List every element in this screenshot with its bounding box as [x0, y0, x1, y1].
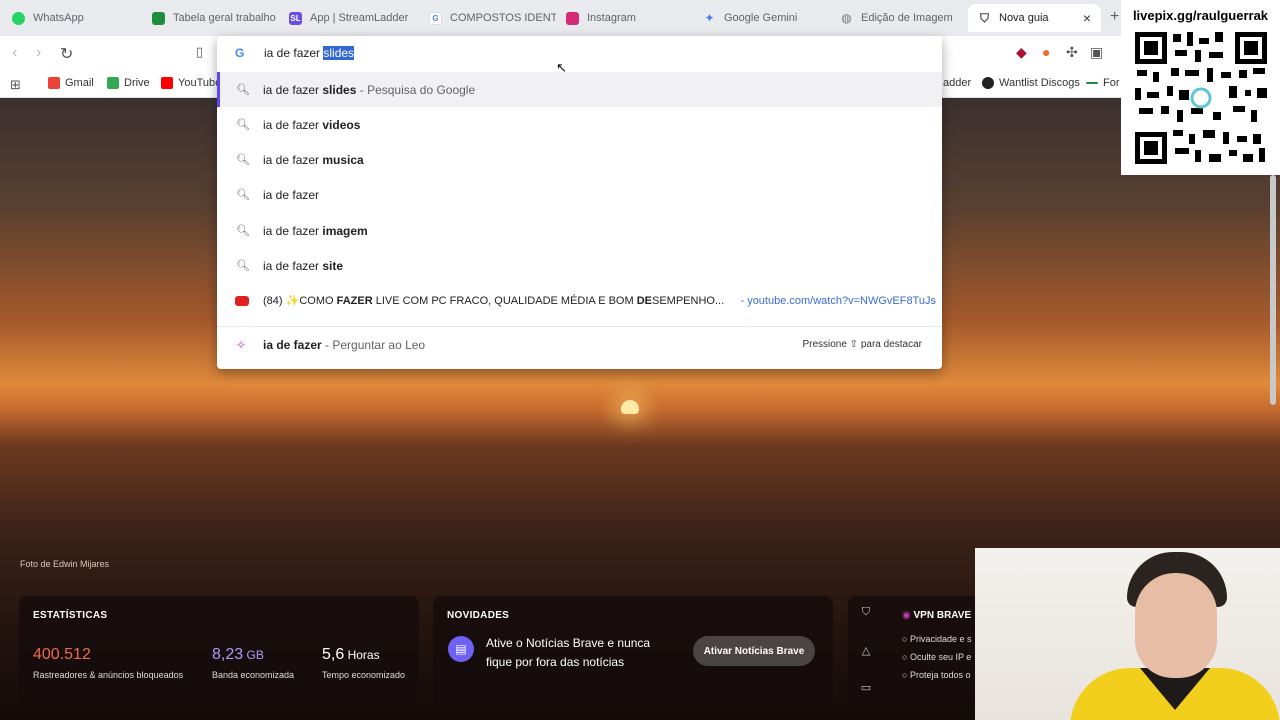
search-icon: 🔍︎ [236, 225, 250, 237]
new-tab-button[interactable]: + [1110, 8, 1119, 26]
vpn-feature-2: ○ Oculte seu IP e [902, 652, 972, 662]
omnibox-dropdown: G ia de fazer slides ↖ 🔍︎ ia de fazer sl… [217, 36, 942, 369]
suggestion-plain[interactable]: 🔍︎ ia de fazer [217, 177, 942, 212]
qr-code [1133, 30, 1269, 166]
suggestion-musica[interactable]: 🔍︎ ia de fazer musica [217, 142, 942, 177]
vpn-feature-3: ○ Proteja todos o [902, 670, 971, 680]
suggestion-videos[interactable]: 🔍︎ ia de fazer videos [217, 107, 942, 142]
tab-label: Edição de Imagem [861, 12, 953, 24]
tab-strip: WhatsApp Tabela geral trabalho SL App | … [0, 0, 1280, 36]
stats-title: ESTATÍSTICAS [33, 610, 108, 621]
sun [621, 400, 639, 414]
reload-icon[interactable]: ↻ [60, 44, 73, 64]
google-icon: G [235, 46, 245, 60]
drive-icon [107, 77, 119, 89]
tab-instagram[interactable]: Instagram [556, 4, 693, 32]
brave-icon: ⛉ [979, 10, 989, 25]
photo-credit[interactable]: Foto de Edwin Mijares [20, 559, 109, 569]
media-icon[interactable]: ▭ [856, 681, 876, 694]
gmail-icon [48, 77, 60, 89]
bookmark-wantlist[interactable]: Wantlist Discogs [982, 77, 1080, 89]
globe-icon: ◍ [841, 11, 852, 25]
bookmark-icon[interactable]: ▯ [196, 44, 203, 60]
livepix-overlay: livepix.gg/raulguerrak [1121, 0, 1280, 175]
streamladder-icon: SL [289, 11, 302, 25]
instagram-icon [566, 11, 579, 25]
vpn-feature-1: ○ Privacidade e s [902, 634, 972, 644]
stat-trackers: 400.512 Rastreadores & anúncios bloquead… [33, 646, 184, 680]
search-icon: 🔍︎ [236, 84, 250, 96]
brave-rewards-icon[interactable]: ● [1042, 44, 1050, 60]
scrollbar[interactable] [1270, 175, 1276, 405]
tab-label: Tabela geral trabalho [173, 12, 276, 24]
activate-news-button[interactable]: Ativar Notícias Brave [693, 636, 815, 666]
stats-card: ESTATÍSTICAS 400.512 Rastreadores & anún… [19, 596, 419, 706]
discogs-icon [982, 77, 994, 89]
tab-streamladder[interactable]: SL App | StreamLadder [279, 4, 419, 32]
youtube-icon [161, 77, 173, 89]
news-title: NOVIDADES [447, 610, 510, 621]
suggestion-ask-leo[interactable]: ✧ ia de fazer - Perguntar ao Leo Pressio… [217, 327, 942, 362]
tab-compostos[interactable]: G COMPOSTOS IDENTI [419, 4, 556, 32]
suggestion-slides[interactable]: 🔍︎ ia de fazer slides - Pesquisa do Goog… [217, 72, 942, 107]
shield-icon[interactable]: ⛉ [856, 606, 876, 619]
warning-icon[interactable]: △ [856, 644, 876, 657]
search-icon: 🔍︎ [236, 260, 250, 272]
tab-label: Nova guia [999, 12, 1049, 24]
webcam-face [1135, 573, 1217, 678]
bookmark-gmail[interactable]: Gmail [48, 77, 94, 89]
shortcut-hint: Pressione ⇧ para destacar [802, 339, 922, 350]
gemini-icon: ✦ [704, 11, 715, 25]
close-icon[interactable]: × [1083, 10, 1091, 26]
news-text: Ative o Notícias Brave e nunca fique por… [486, 636, 651, 669]
address-input[interactable]: ia de fazer slides [264, 46, 355, 60]
apps-grid-icon[interactable]: ⊞ [10, 77, 21, 93]
tab-whatsapp[interactable]: WhatsApp [2, 4, 142, 32]
sheets-icon [152, 11, 165, 25]
tab-label: WhatsApp [33, 12, 84, 24]
youtube-icon [235, 295, 249, 306]
tab-gemini[interactable]: ✦ Google Gemini [693, 4, 830, 32]
stat-bandwidth: 8,23 GB Banda economizada [212, 646, 295, 680]
wallet-icon[interactable]: ▣ [1090, 44, 1103, 61]
vpn-title: ◉ VPN BRAVE [902, 610, 972, 621]
webcam-overlay [975, 548, 1280, 720]
autocomplete-selection: slides [323, 46, 355, 60]
stat-time: 5,6 Horas Tempo economizado [322, 646, 406, 680]
tab-label: Instagram [587, 12, 636, 24]
forward-icon[interactable]: › [36, 44, 41, 62]
extensions-icon[interactable]: ✣ [1066, 44, 1078, 61]
back-icon[interactable]: ‹ [12, 44, 17, 62]
search-icon: 🔍︎ [236, 119, 250, 131]
news-icon: ▤ [448, 636, 474, 662]
google-icon: G [429, 11, 442, 25]
suggestion-url: - youtube.com/watch?v=NWGvEF8TuJs [740, 294, 936, 307]
dash-icon [1086, 82, 1098, 84]
vpn-icon: ◉ [902, 610, 911, 621]
news-card: NOVIDADES ▤ Ative o Notícias Brave e nun… [433, 596, 833, 706]
suggestion-imagem[interactable]: 🔍︎ ia de fazer imagem [217, 213, 942, 248]
bookmark-drive[interactable]: Drive [107, 77, 150, 89]
livepix-url: livepix.gg/raulguerrak [1132, 8, 1269, 23]
tab-nova-guia[interactable]: ⛉ Nova guia × [968, 4, 1101, 32]
bookmark-for[interactable]: For [1086, 77, 1120, 89]
tab-label: COMPOSTOS IDENTI [450, 12, 556, 24]
bookmark-youtube[interactable]: YouTube [161, 77, 221, 89]
brave-shields-icon[interactable]: ◆ [1016, 44, 1027, 61]
whatsapp-icon [12, 11, 25, 25]
tab-label: Google Gemini [724, 12, 798, 24]
tab-tabela[interactable]: Tabela geral trabalho [142, 4, 279, 32]
search-icon: 🔍︎ [236, 189, 250, 201]
address-bar[interactable]: G ia de fazer slides ↖ [217, 36, 942, 75]
suggestion-youtube-video[interactable]: (84) ✨COMO FAZER LIVE COM PC FRACO, QUAL… [217, 283, 942, 318]
tab-label: App | StreamLadder [310, 12, 409, 24]
suggestion-site[interactable]: 🔍︎ ia de fazer site [217, 248, 942, 283]
leo-ai-icon: ✧ [236, 337, 247, 352]
tab-edicao[interactable]: ◍ Edição de Imagem [830, 4, 967, 32]
search-icon: 🔍︎ [236, 154, 250, 166]
